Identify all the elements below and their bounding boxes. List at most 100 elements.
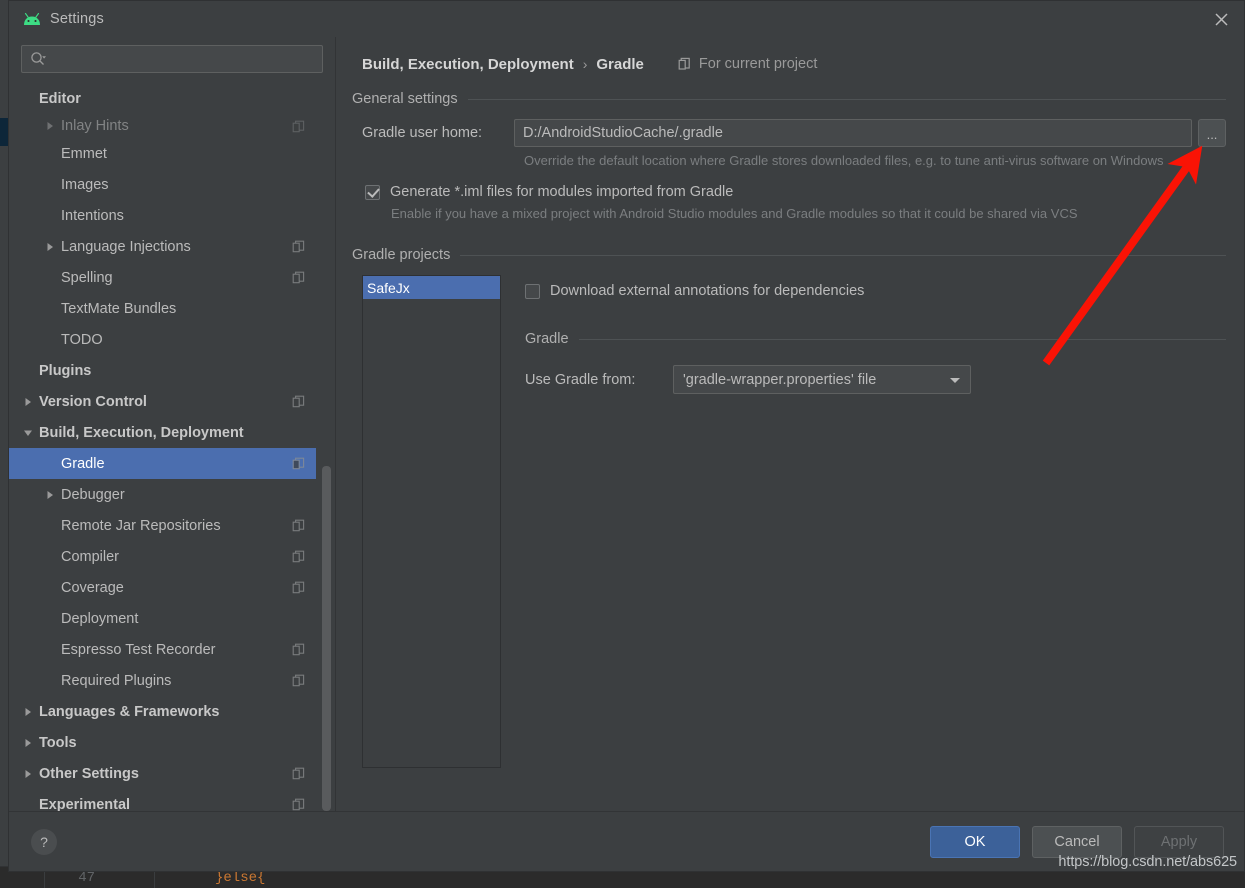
chevron-right-icon[interactable] [17,769,39,779]
sidebar-item-gradle[interactable]: Gradle [9,448,316,479]
project-scope-icon [292,457,308,470]
sidebar-item-label: Plugins [39,363,308,379]
sidebar-item-required-plugins[interactable]: Required Plugins [9,665,316,696]
download-annotations-checkbox-row[interactable]: Download external annotations for depend… [523,283,1226,299]
download-annotations-label: Download external annotations for depend… [550,283,864,299]
chevron-right-icon[interactable] [17,707,39,717]
gradle-user-home-help: Override the default location where Grad… [352,152,1202,170]
generate-iml-checkbox[interactable] [365,185,380,200]
project-scope-icon [292,798,308,811]
apply-button[interactable]: Apply [1134,826,1224,858]
gradle-project-list[interactable]: SafeJx [362,275,501,768]
sidebar-item-label: Debugger [61,487,308,503]
sidebar-item-label: Coverage [61,580,284,596]
sidebar-item-textmate-bundles[interactable]: TextMate Bundles [9,293,316,324]
use-gradle-from-select[interactable]: 'gradle-wrapper.properties' file [673,365,971,394]
question-mark-icon[interactable]: ? [31,829,57,855]
gradle-subsection-title: Gradle [525,331,579,347]
chevron-down-icon[interactable] [17,428,39,438]
sidebar-item-editor[interactable]: Editor [9,83,316,114]
project-scope-icon [292,271,308,284]
cancel-button-label: Cancel [1054,834,1099,850]
generate-iml-checkbox-row[interactable]: Generate *.iml files for modules importe… [352,184,1226,200]
gradle-subsection-header: Gradle [523,331,1226,347]
sidebar-item-tools[interactable]: Tools [9,727,316,758]
gradle-user-home-browse-button[interactable]: ... [1198,119,1226,147]
sidebar-item-label: Emmet [61,146,308,162]
gradle-user-home-input[interactable] [514,119,1192,147]
sidebar-item-label: Deployment [61,611,308,627]
chevron-right-icon[interactable] [39,121,61,131]
breadcrumb-current: Gradle [596,56,644,73]
gradle-user-home-label: Gradle user home: [352,125,514,141]
sidebar-item-language-injections[interactable]: Language Injections [9,231,316,262]
sidebar-scrollbar-thumb[interactable] [322,466,331,811]
sidebar-scrollbar-track[interactable] [322,83,331,811]
section-divider [460,255,1226,256]
project-scope-icon [292,643,308,656]
download-annotations-checkbox[interactable] [525,284,540,299]
breadcrumb-parent[interactable]: Build, Execution, Deployment [362,56,574,73]
sidebar-item-spelling[interactable]: Spelling [9,262,316,293]
chevron-down-icon [940,376,970,384]
ok-button-label: OK [965,834,986,850]
sidebar-item-deployment[interactable]: Deployment [9,603,316,634]
project-scope-icon [292,674,308,687]
sidebar-item-intentions[interactable]: Intentions [9,200,316,231]
sidebar-item-espresso-test-recorder[interactable]: Espresso Test Recorder [9,634,316,665]
sidebar-item-plugins[interactable]: Plugins [9,355,316,386]
sidebar-item-label: Build, Execution, Deployment [39,425,308,441]
sidebar-item-label: Compiler [61,549,284,565]
project-scope-indicator[interactable]: For current project [678,56,817,72]
chevron-right-icon[interactable] [39,490,61,500]
sidebar-item-label: Required Plugins [61,673,284,689]
sidebar-item-experimental[interactable]: Experimental [9,789,316,811]
list-item[interactable]: SafeJx [363,276,500,299]
ok-button[interactable]: OK [930,826,1020,858]
section-divider [579,339,1226,340]
cancel-button[interactable]: Cancel [1032,826,1122,858]
project-scope-icon [292,395,308,408]
chevron-right-icon[interactable] [17,738,39,748]
project-scope-icon [292,120,308,133]
sidebar-item-label: Gradle [61,456,284,472]
dialog-titlebar: Settings [9,1,1244,37]
sidebar-item-todo[interactable]: TODO [9,324,316,355]
search-input[interactable] [46,46,322,72]
gradle-projects-body: SafeJx Download external annotations for… [352,275,1226,768]
settings-dialog: Settings EditorInlay [8,0,1245,872]
sidebar-item-remote-jar-repositories[interactable]: Remote Jar Repositories [9,510,316,541]
apply-button-label: Apply [1161,834,1197,850]
sidebar-item-label: Intentions [61,208,308,224]
close-icon[interactable] [1198,1,1244,37]
general-settings-title: General settings [352,91,468,107]
sidebar-item-debugger[interactable]: Debugger [9,479,316,510]
sidebar-item-label: Tools [39,735,308,751]
chevron-right-icon[interactable] [17,397,39,407]
sidebar-item-languages-frameworks[interactable]: Languages & Frameworks [9,696,316,727]
gradle-projects-section-header: Gradle projects [352,247,1226,263]
sidebar-item-version-control[interactable]: Version Control [9,386,316,417]
search-container [9,37,335,83]
section-divider [468,99,1226,100]
sidebar-item-images[interactable]: Images [9,169,316,200]
chevron-right-icon[interactable] [39,242,61,252]
sidebar-item-other-settings[interactable]: Other Settings [9,758,316,789]
sidebar-item-emmet[interactable]: Emmet [9,138,316,169]
sidebar-item-build-execution-deployment[interactable]: Build, Execution, Deployment [9,417,316,448]
search-box[interactable] [21,45,323,73]
use-gradle-from-label: Use Gradle from: [525,372,673,388]
sidebar-item-label: Editor [39,91,308,107]
sidebar-item-inlay-hints[interactable]: Inlay Hints [9,114,316,138]
project-scope-icon [292,550,308,563]
sidebar-item-compiler[interactable]: Compiler [9,541,316,572]
breadcrumb-separator-icon: › [583,56,588,72]
dialog-title: Settings [50,11,104,27]
gradle-project-details: Download external annotations for depend… [501,275,1226,768]
sidebar-item-coverage[interactable]: Coverage [9,572,316,603]
sidebar-item-label: Remote Jar Repositories [61,518,284,534]
project-scope-label: For current project [699,56,817,72]
sidebar-item-label: TextMate Bundles [61,301,308,317]
general-settings-section-header: General settings [352,91,1226,107]
watermark-text: https://blog.csdn.net/abs625 [1058,854,1237,870]
